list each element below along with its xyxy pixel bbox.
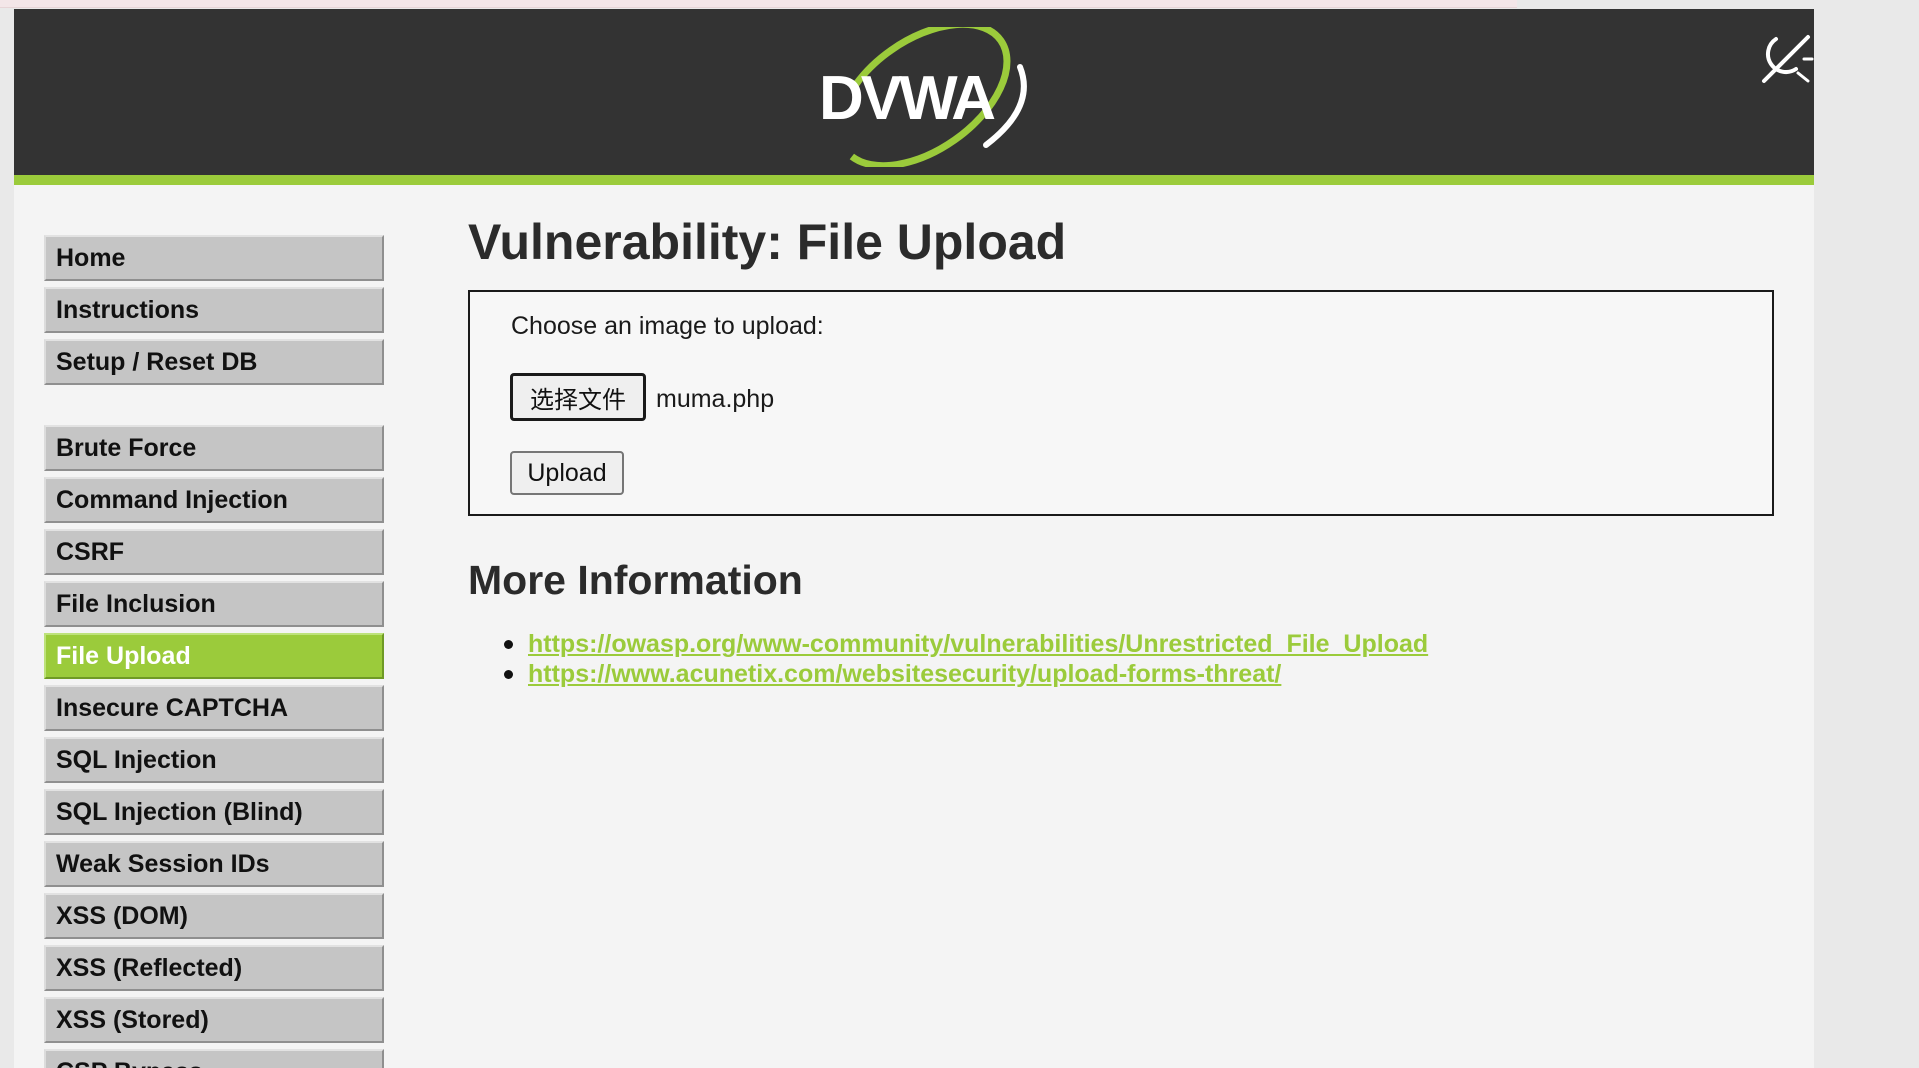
- list-item: https://www.acunetix.com/websitesecurity…: [504, 659, 1428, 689]
- page-title: Vulnerability: File Upload: [468, 214, 1067, 270]
- sidebar-item-xss-dom[interactable]: XSS (DOM): [44, 893, 384, 939]
- choose-file-button[interactable]: 选择文件: [510, 373, 646, 421]
- browser-top-strip: [0, 0, 1517, 8]
- page-header: DVWA: [14, 9, 1814, 175]
- sidebar-item-home[interactable]: Home: [44, 235, 384, 281]
- bullet-icon: [504, 670, 513, 679]
- sidebar-item-weak-session-ids[interactable]: Weak Session IDs: [44, 841, 384, 887]
- sidebar-item-insecure-captcha[interactable]: Insecure CAPTCHA: [44, 685, 384, 731]
- sidebar-item-xss-stored[interactable]: XSS (Stored): [44, 997, 384, 1043]
- bullet-icon: [504, 640, 513, 649]
- sidebar-item-xss-reflected[interactable]: XSS (Reflected): [44, 945, 384, 991]
- theme-toggle-icon[interactable]: [1754, 29, 1814, 89]
- owasp-link[interactable]: https://owasp.org/www-community/vulnerab…: [528, 630, 1428, 658]
- more-information-links: https://owasp.org/www-community/vulnerab…: [504, 629, 1428, 689]
- dvwa-logo: DVWA: [819, 27, 1027, 167]
- upload-form: Choose an image to upload: 选择文件 muma.php…: [468, 290, 1774, 516]
- sidebar-menu-vulnerabilities: Brute Force Command Injection CSRF File …: [44, 425, 384, 1068]
- selected-file-name: muma.php: [656, 385, 775, 413]
- sidebar-menu-main: Home Instructions Setup / Reset DB: [44, 235, 384, 391]
- list-item: https://owasp.org/www-community/vulnerab…: [504, 629, 1428, 659]
- more-information-heading: More Information: [468, 557, 803, 603]
- sidebar-item-instructions[interactable]: Instructions: [44, 287, 384, 333]
- sidebar-item-sql-injection-blind[interactable]: SQL Injection (Blind): [44, 789, 384, 835]
- sidebar-item-csrf[interactable]: CSRF: [44, 529, 384, 575]
- upload-button[interactable]: Upload: [510, 451, 624, 495]
- upload-prompt-label: Choose an image to upload:: [511, 312, 824, 340]
- sidebar-item-csp-bypass[interactable]: CSP Bypass: [44, 1049, 384, 1068]
- window-right-gutter: [1814, 9, 1919, 1068]
- header-accent-stripe: [14, 175, 1814, 185]
- logo-text: DVWA: [819, 64, 995, 133]
- sidebar-item-setup-reset-db[interactable]: Setup / Reset DB: [44, 339, 384, 385]
- dvwa-page: DVWA Home Instructions Setup / Reset DB …: [14, 9, 1814, 1068]
- sidebar-item-sql-injection[interactable]: SQL Injection: [44, 737, 384, 783]
- sidebar-item-file-inclusion[interactable]: File Inclusion: [44, 581, 384, 627]
- sidebar-item-brute-force[interactable]: Brute Force: [44, 425, 384, 471]
- sidebar-item-file-upload[interactable]: File Upload: [44, 633, 384, 679]
- acunetix-link[interactable]: https://www.acunetix.com/websitesecurity…: [528, 660, 1281, 688]
- sidebar-item-command-injection[interactable]: Command Injection: [44, 477, 384, 523]
